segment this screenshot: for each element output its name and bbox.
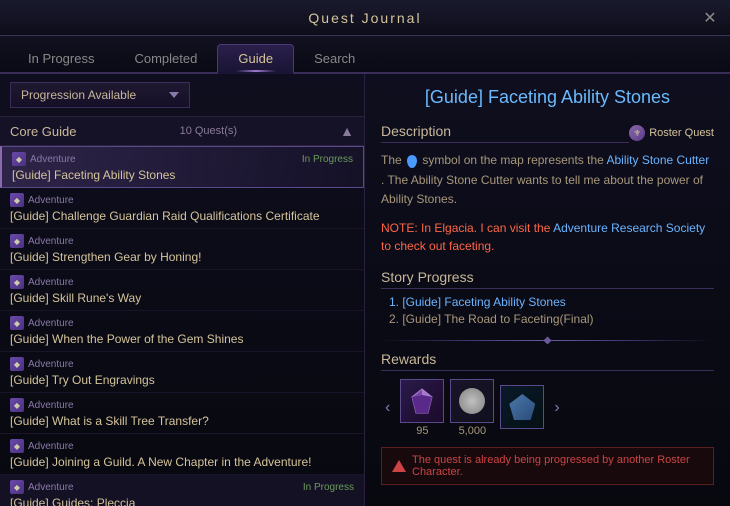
quest-item-8[interactable]: ◆ Adventure [Guide] Joining a Guild. A N… xyxy=(0,434,364,475)
reward-label-2: 5,000 xyxy=(459,425,487,437)
title-bar: Quest Journal ✕ xyxy=(0,0,730,36)
quest-icon-6: ◆ xyxy=(10,357,24,371)
quest-name-5: [Guide] When the Power of the Gem Shines xyxy=(10,332,354,346)
tab-completed[interactable]: Completed xyxy=(114,45,217,72)
story-progress-section: Story Progress 1. [Guide] Faceting Abili… xyxy=(381,269,714,326)
quest-type-1: Adventure xyxy=(30,154,76,165)
rewards-prev-button[interactable]: ‹ xyxy=(381,395,394,421)
quest-type-8: Adventure xyxy=(28,441,74,452)
quest-item-7[interactable]: ◆ Adventure [Guide] What is a Skill Tree… xyxy=(0,393,364,434)
quest-type-5: Adventure xyxy=(28,318,74,329)
story-item-1: 1. [Guide] Faceting Ability Stones xyxy=(389,295,714,309)
description-section-title: Description xyxy=(381,123,629,143)
quest-type-2: Adventure xyxy=(28,195,74,206)
quest-count: 10 Quest(s) xyxy=(180,125,237,137)
quest-type-4: Adventure xyxy=(28,277,74,288)
blue-stone-icon xyxy=(509,394,535,420)
warning-text: The quest is already being progressed by… xyxy=(412,454,703,478)
note-text: NOTE: In Elgacia. I can visit the Advent… xyxy=(381,219,714,255)
quest-type-3: Adventure xyxy=(28,236,74,247)
story-item-2: 2. [Guide] The Road to Faceting(Final) xyxy=(389,312,714,326)
quest-item-6[interactable]: ◆ Adventure [Guide] Try Out Engravings xyxy=(0,352,364,393)
desc-text-2: symbol on the map represents the xyxy=(422,153,606,167)
note-prefix: NOTE: In Elgacia. I can visit the xyxy=(381,221,553,235)
quest-list-header: Core Guide 10 Quest(s) ▲ xyxy=(0,117,364,146)
quest-name-4: [Guide] Skill Rune's Way xyxy=(10,291,354,305)
quest-icon-1: ◆ xyxy=(12,152,26,166)
left-panel: Progression Available Core Guide 10 Ques… xyxy=(0,74,365,506)
rewards-next-button[interactable]: › xyxy=(550,395,563,421)
quest-list-header-title: Core Guide xyxy=(10,124,76,139)
description-header: Description ⚜ Roster Quest xyxy=(381,123,714,143)
desc-text-1: The xyxy=(381,153,405,167)
tab-bar: In Progress Completed Guide Search xyxy=(0,36,730,74)
reward-label-1: 95 xyxy=(416,425,428,437)
quest-list[interactable]: ◆ Adventure In Progress [Guide] Faceting… xyxy=(0,146,364,506)
rewards-row: ‹ 95 5,000 xyxy=(381,379,714,437)
quest-type-7: Adventure xyxy=(28,400,74,411)
close-button[interactable]: ✕ xyxy=(700,8,720,28)
roster-label: Roster Quest xyxy=(649,127,714,139)
quest-icon-8: ◆ xyxy=(10,439,24,453)
reward-box-2 xyxy=(450,379,494,423)
reward-item-3 xyxy=(500,385,544,431)
divider-diamond-icon xyxy=(544,336,552,344)
note-suffix: to check out faceting. xyxy=(381,239,494,253)
quest-icon-7: ◆ xyxy=(10,398,24,412)
section-divider xyxy=(381,340,714,341)
quest-name-1: [Guide] Faceting Ability Stones xyxy=(12,168,353,182)
purple-gem-icon xyxy=(408,387,436,415)
window-title: Quest Journal xyxy=(308,10,421,26)
quest-icon-2: ◆ xyxy=(10,193,24,207)
quest-status-1: In Progress xyxy=(302,154,353,165)
quest-item-3[interactable]: ◆ Adventure [Guide] Strengthen Gear by H… xyxy=(0,229,364,270)
quest-icon-9: ◆ xyxy=(10,480,24,494)
quest-detail-title: [Guide] Faceting Ability Stones xyxy=(381,86,714,109)
dropdown-arrow-icon xyxy=(169,92,179,98)
water-drop-icon xyxy=(407,155,417,168)
dropdown-area: Progression Available xyxy=(0,74,364,117)
dropdown-value: Progression Available xyxy=(21,88,136,102)
quest-type-6: Adventure xyxy=(28,359,74,370)
roster-badge: ⚜ Roster Quest xyxy=(629,125,714,141)
quest-icon-3: ◆ xyxy=(10,234,24,248)
ability-stone-cutter-link: Ability Stone Cutter xyxy=(606,153,709,167)
warning-triangle-icon xyxy=(392,460,406,472)
rewards-title: Rewards xyxy=(381,351,714,371)
quest-item-4[interactable]: ◆ Adventure [Guide] Skill Rune's Way xyxy=(0,270,364,311)
tab-in-progress[interactable]: In Progress xyxy=(8,45,114,72)
tab-guide[interactable]: Guide xyxy=(217,44,294,72)
rewards-section: Rewards ‹ 95 xyxy=(381,351,714,437)
quest-icon-5: ◆ xyxy=(10,316,24,330)
quest-name-2: [Guide] Challenge Guardian Raid Qualific… xyxy=(10,209,354,223)
progression-dropdown[interactable]: Progression Available xyxy=(10,82,190,108)
desc-text-3: . The Ability Stone Cutter wants to tell… xyxy=(381,173,703,206)
roster-icon: ⚜ xyxy=(629,125,645,141)
quest-item-9[interactable]: ◆ Adventure In Progress [Guide] Guides: … xyxy=(0,475,364,506)
quest-name-3: [Guide] Strengthen Gear by Honing! xyxy=(10,250,354,264)
quest-type-9: Adventure xyxy=(28,482,74,493)
tab-search[interactable]: Search xyxy=(294,45,375,72)
collapse-button[interactable]: ▲ xyxy=(340,123,354,139)
right-panel: [Guide] Faceting Ability Stones Descript… xyxy=(365,74,730,506)
adventure-society-link: Adventure Research Society xyxy=(553,221,705,235)
main-layout: Progression Available Core Guide 10 Ques… xyxy=(0,74,730,506)
quest-name-6: [Guide] Try Out Engravings xyxy=(10,373,354,387)
quest-icon-4: ◆ xyxy=(10,275,24,289)
reward-item-1: 95 xyxy=(400,379,444,437)
reward-box-1 xyxy=(400,379,444,423)
reward-box-3 xyxy=(500,385,544,429)
quest-name-9: [Guide] Guides: Pleccia xyxy=(10,496,354,506)
quest-status-9: In Progress xyxy=(303,482,354,493)
quest-item-1[interactable]: ◆ Adventure In Progress [Guide] Faceting… xyxy=(0,146,364,188)
warning-message: The quest is already being progressed by… xyxy=(381,447,714,485)
quest-name-8: [Guide] Joining a Guild. A New Chapter i… xyxy=(10,455,354,469)
description-text: The symbol on the map represents the Abi… xyxy=(381,151,714,209)
silver-coin-icon xyxy=(459,388,485,414)
reward-item-2: 5,000 xyxy=(450,379,494,437)
quest-item-2[interactable]: ◆ Adventure [Guide] Challenge Guardian R… xyxy=(0,188,364,229)
quest-item-5[interactable]: ◆ Adventure [Guide] When the Power of th… xyxy=(0,311,364,352)
quest-name-7: [Guide] What is a Skill Tree Transfer? xyxy=(10,414,354,428)
story-progress-title: Story Progress xyxy=(381,269,714,289)
